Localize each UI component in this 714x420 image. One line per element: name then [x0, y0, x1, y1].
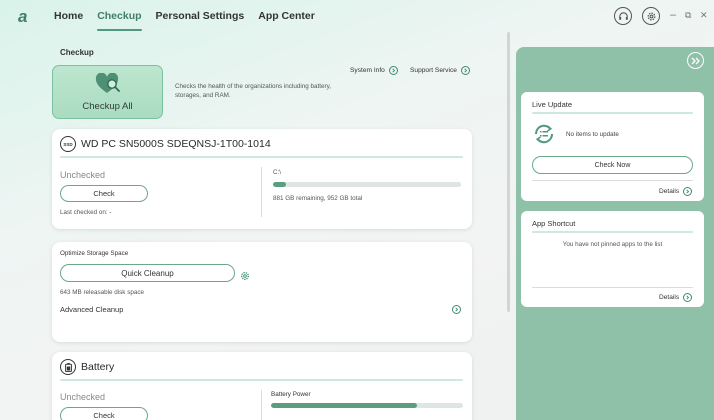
minimize-button[interactable]: –: [670, 9, 676, 21]
live-update-details-link[interactable]: Details: [659, 187, 693, 196]
close-button[interactable]: ✕: [700, 9, 708, 21]
checkup-all-button[interactable]: Checkup All: [52, 65, 163, 119]
app-shortcut-details-link[interactable]: Details: [659, 293, 693, 302]
support-headset-button[interactable]: [614, 7, 632, 25]
live-update-message: No items to update: [566, 131, 619, 138]
chevron-right-icon: [460, 66, 470, 75]
collapse-panel-button[interactable]: [687, 52, 704, 69]
battery-power-fill: [271, 403, 417, 408]
card-separator: [261, 167, 262, 217]
battery-status: Unchecked: [60, 392, 106, 402]
support-service-link[interactable]: Support Service: [410, 66, 470, 75]
nav-home[interactable]: Home: [54, 10, 83, 31]
live-update-title: Live Update: [532, 100, 573, 109]
chevron-right-icon: [683, 293, 693, 302]
card-divider: [60, 156, 463, 158]
quick-cleanup-button[interactable]: Quick Cleanup: [60, 264, 235, 282]
card-divider: [532, 112, 693, 114]
battery-icon: [60, 359, 76, 375]
refresh-list-icon: [532, 122, 556, 151]
app-shortcut-card: App Shortcut You have not pinned apps to…: [521, 211, 704, 307]
card-divider: [532, 287, 693, 288]
battery-title: Battery: [81, 361, 115, 373]
live-update-card: Live Update No items to update Check Now…: [521, 92, 704, 201]
advanced-cleanup-chevron-icon[interactable]: [452, 305, 461, 314]
checkup-description: Checks the health of the organizations i…: [175, 83, 332, 99]
nav-app-center[interactable]: App Center: [258, 10, 315, 31]
drive-usage-fill: [273, 182, 287, 187]
battery-check-button[interactable]: Check: [60, 407, 148, 420]
system-info-link[interactable]: System Info: [350, 66, 398, 75]
cleanup-settings-icon[interactable]: [240, 268, 250, 286]
ssd-badge: SSD: [63, 141, 73, 147]
card-divider: [532, 180, 693, 181]
restore-button[interactable]: ⧉: [685, 9, 691, 21]
last-checked: Last checked on: -: [60, 209, 112, 216]
nav-checkup[interactable]: Checkup: [97, 10, 142, 31]
drive-space-text: 881 GB remaining, 952 GB total: [273, 195, 363, 202]
heart-search-icon: [95, 73, 120, 93]
ssd-icon: SSD: [60, 136, 76, 152]
app-shortcut-message: You have not pinned apps to the list: [562, 241, 663, 248]
support-service-label: Support Service: [410, 67, 457, 74]
nav-personal-settings[interactable]: Personal Settings: [156, 10, 245, 31]
checkup-all-label: Checkup All: [82, 101, 133, 112]
drive-usage-bar: [273, 182, 461, 187]
scrollbar[interactable]: [507, 32, 510, 312]
app-logo: a: [18, 7, 28, 26]
check-now-button[interactable]: Check Now: [532, 156, 693, 174]
headset-icon: [618, 11, 628, 20]
card-divider: [532, 231, 693, 233]
battery-card: Battery Unchecked Check Battery Power: [52, 352, 472, 420]
details-label: Details: [659, 294, 680, 301]
chevron-right-icon: [683, 187, 693, 196]
drive-card: SSD WD PC SN5000S SDEQNSJ-1T00-1014 Unch…: [52, 129, 472, 229]
details-label: Details: [659, 188, 680, 195]
drive-volume: C:\: [273, 169, 282, 176]
storage-title: Optimize Storage Space: [60, 250, 129, 257]
app-shortcut-title: App Shortcut: [532, 219, 576, 228]
double-chevron-right-icon: [691, 57, 700, 64]
battery-power-label: Battery Power: [271, 391, 311, 398]
battery-power-bar: [271, 403, 463, 408]
chevron-right-icon: [388, 66, 398, 75]
gear-icon: [647, 12, 655, 20]
settings-button[interactable]: [642, 7, 660, 25]
card-separator: [261, 390, 262, 420]
drive-check-button[interactable]: Check: [60, 185, 148, 202]
drive-name: WD PC SN5000S SDEQNSJ-1T00-1014: [81, 138, 271, 150]
main-nav: Home Checkup Personal Settings App Cente…: [54, 10, 315, 31]
drive-status: Unchecked: [60, 170, 106, 180]
section-title: Checkup: [60, 48, 94, 57]
advanced-cleanup-label: Advanced Cleanup: [60, 305, 124, 314]
releasable-space: 643 MB releasable disk space: [60, 289, 145, 296]
system-info-label: System Info: [350, 67, 385, 74]
storage-card: Optimize Storage Space Quick Cleanup 643…: [52, 242, 472, 342]
card-divider: [60, 379, 463, 381]
